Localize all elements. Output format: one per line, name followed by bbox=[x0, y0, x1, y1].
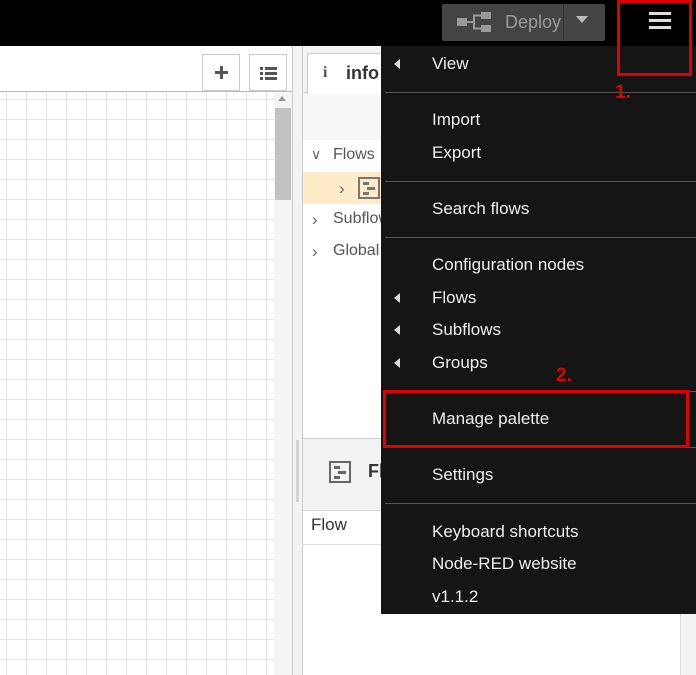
annotation-step1-label: 1. bbox=[615, 82, 631, 103]
menu-item-import[interactable]: Import bbox=[381, 104, 696, 136]
chevron-right-icon[interactable]: › bbox=[312, 210, 318, 230]
main-menu-dropdown: View Import Export Search flows Configur… bbox=[381, 46, 696, 614]
chevron-down-icon[interactable]: ∨ bbox=[311, 146, 321, 163]
add-flow-button[interactable] bbox=[202, 54, 240, 91]
submenu-arrow-icon bbox=[394, 358, 400, 368]
menu-item-subflows[interactable]: Subflows bbox=[381, 314, 696, 346]
menu-divider bbox=[385, 92, 696, 93]
deploy-icon bbox=[457, 12, 491, 32]
menu-item-label: Flows bbox=[432, 288, 477, 307]
menu-item-label: Import bbox=[432, 110, 481, 129]
sidebar-resize-handle[interactable] bbox=[292, 46, 303, 675]
list-flows-button[interactable] bbox=[249, 54, 287, 91]
annotation-box-step1 bbox=[617, 0, 692, 76]
submenu-arrow-icon bbox=[394, 59, 400, 69]
menu-item-label: Node-RED website bbox=[432, 554, 577, 573]
list-icon bbox=[260, 67, 277, 80]
scroll-up-icon[interactable] bbox=[278, 96, 286, 101]
submenu-arrow-icon bbox=[394, 293, 400, 303]
flow-icon bbox=[329, 461, 351, 483]
menu-divider bbox=[385, 181, 696, 182]
app-header: Deploy bbox=[0, 0, 696, 46]
menu-item-configuration-nodes[interactable]: Configuration nodes bbox=[381, 249, 696, 281]
menu-divider bbox=[385, 503, 696, 504]
tree-item-label: Global bbox=[333, 242, 380, 259]
menu-item-label: Groups bbox=[432, 353, 488, 372]
chevron-right-icon[interactable]: › bbox=[312, 242, 318, 262]
menu-item-search-flows[interactable]: Search flows bbox=[381, 193, 696, 225]
deploy-label: Deploy bbox=[505, 12, 562, 32]
canvas-scrollbar-thumb[interactable] bbox=[275, 108, 291, 200]
version-label: v1.1.2 bbox=[432, 587, 479, 606]
tab-info-label: info bbox=[346, 63, 379, 83]
menu-item-version: v1.1.2 bbox=[381, 581, 696, 613]
menu-item-label: Search flows bbox=[432, 199, 530, 218]
menu-divider bbox=[385, 237, 696, 238]
menu-item-node-red-website[interactable]: Node-RED website bbox=[381, 548, 696, 580]
menu-item-export[interactable]: Export bbox=[381, 137, 696, 169]
menu-item-keyboard-shortcuts[interactable]: Keyboard shortcuts bbox=[381, 516, 696, 548]
annotation-box-step2 bbox=[383, 390, 689, 448]
menu-item-label: Configuration nodes bbox=[432, 255, 585, 274]
tree-item-label: Flows bbox=[333, 146, 375, 163]
plus-icon bbox=[215, 66, 228, 79]
menu-item-flows[interactable]: Flows bbox=[381, 282, 696, 314]
submenu-arrow-icon bbox=[394, 325, 400, 335]
menu-item-label: Settings bbox=[432, 465, 494, 484]
workspace bbox=[0, 46, 292, 675]
deploy-divider bbox=[563, 4, 564, 41]
flow-icon bbox=[358, 177, 380, 199]
workspace-tab-bar bbox=[0, 46, 292, 92]
resize-grip[interactable] bbox=[296, 440, 299, 502]
chevron-right-icon[interactable]: › bbox=[339, 179, 345, 199]
menu-item-label: View bbox=[432, 54, 469, 73]
menu-item-label: Subflows bbox=[432, 320, 501, 339]
menu-item-groups[interactable]: Groups bbox=[381, 347, 696, 379]
menu-item-label: Keyboard shortcuts bbox=[432, 522, 579, 541]
menu-item-settings[interactable]: Settings bbox=[381, 459, 696, 491]
info-icon: i bbox=[323, 64, 328, 81]
flow-canvas[interactable] bbox=[0, 93, 274, 675]
flow-property-label: Flow bbox=[311, 515, 347, 534]
deploy-dropdown-icon[interactable] bbox=[576, 16, 588, 23]
menu-item-label: Export bbox=[432, 143, 482, 162]
annotation-step2-label: 2. bbox=[556, 365, 572, 386]
